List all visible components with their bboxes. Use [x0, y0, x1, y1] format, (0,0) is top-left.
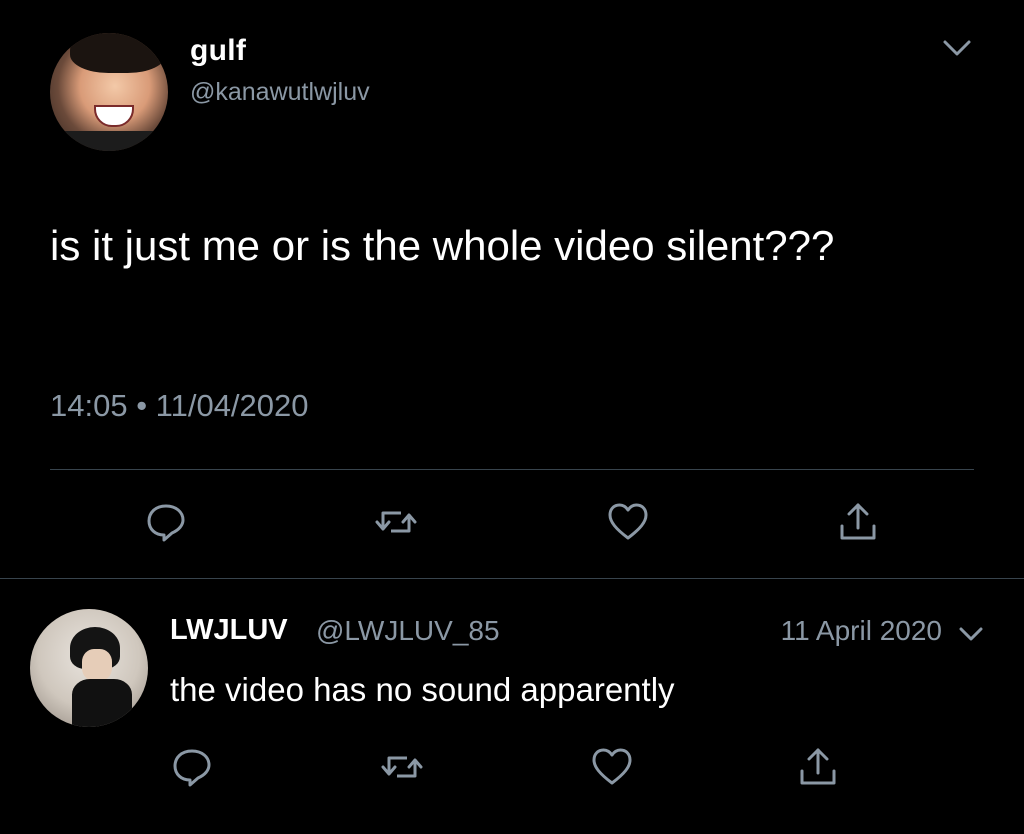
user-handle[interactable]: @kanawutlwjluv: [190, 78, 370, 107]
tweet-text: is it just me or is the whole video sile…: [50, 222, 835, 269]
avatar-suit: [72, 679, 132, 727]
share-icon[interactable]: [796, 745, 840, 789]
avatar-shirt: [50, 131, 168, 151]
display-name[interactable]: LWJLUV: [170, 614, 288, 647]
reply-icon[interactable]: [170, 745, 214, 789]
like-icon[interactable]: [590, 745, 634, 789]
share-icon[interactable]: [836, 500, 880, 544]
tweet-thread: gulf @kanawutlwjluv is it just me or is …: [0, 0, 1024, 834]
avatar-hair: [70, 33, 166, 73]
retweet-icon[interactable]: [380, 745, 424, 789]
user-handle[interactable]: @LWJLUV_85: [316, 615, 500, 647]
chevron-down-icon[interactable]: [958, 625, 984, 643]
avatar[interactable]: [50, 33, 168, 151]
reply-icon[interactable]: [144, 500, 188, 544]
reply-tweet[interactable]: LWJLUV @LWJLUV_85 11 April 2020 the vide…: [0, 579, 1024, 834]
avatar[interactable]: [30, 609, 148, 727]
reply-text: the video has no sound apparently: [170, 671, 675, 708]
like-icon[interactable]: [606, 500, 650, 544]
main-tweet: gulf @kanawutlwjluv is it just me or is …: [0, 0, 1024, 578]
reply-date: 11 April 2020: [780, 615, 942, 646]
avatar-mouth: [94, 105, 134, 127]
retweet-icon[interactable]: [374, 500, 418, 544]
tweet-timestamp: 14:05 • 11/04/2020: [50, 388, 309, 423]
avatar-face: [82, 649, 112, 681]
divider: [50, 469, 974, 470]
display-name[interactable]: gulf: [190, 34, 246, 68]
chevron-down-icon[interactable]: [942, 38, 972, 58]
